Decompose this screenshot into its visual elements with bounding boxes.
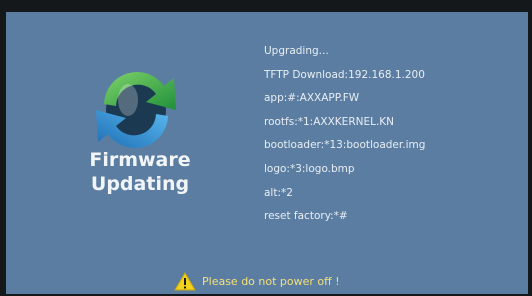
power-warning: Please do not power off !: [174, 271, 340, 291]
status-line: Upgrading...: [264, 45, 329, 57]
status-line: alt:*2: [264, 186, 293, 199]
status-line: rootfs:*1:AXXKERNEL.KN: [264, 115, 395, 128]
warning-text: Please do not power off !: [202, 274, 340, 288]
warning-triangle-icon: [174, 271, 196, 290]
sync-arrows-icon: [96, 71, 176, 149]
status-line: bootloader:*13:bootloader.img: [264, 139, 426, 152]
page-title: Firmware Updating: [70, 148, 210, 196]
status-line: logo:*3:logo.bmp: [264, 162, 355, 175]
status-line: app:#:AXXAPP.FW: [264, 92, 360, 105]
firmware-update-screen: Firmware Updating Upgrading... TFTP Down…: [6, 12, 528, 294]
status-line: TFTP Download:192.168.1.200: [264, 68, 425, 81]
title-line-2: Updating: [90, 173, 190, 195]
title-line-1: Firmware: [89, 149, 191, 171]
device-bezel: Firmware Updating Upgrading... TFTP Down…: [0, 0, 532, 296]
status-line: reset factory:*#: [264, 210, 348, 223]
update-status-log: Upgrading... TFTP Download:192.168.1.200…: [264, 40, 528, 229]
